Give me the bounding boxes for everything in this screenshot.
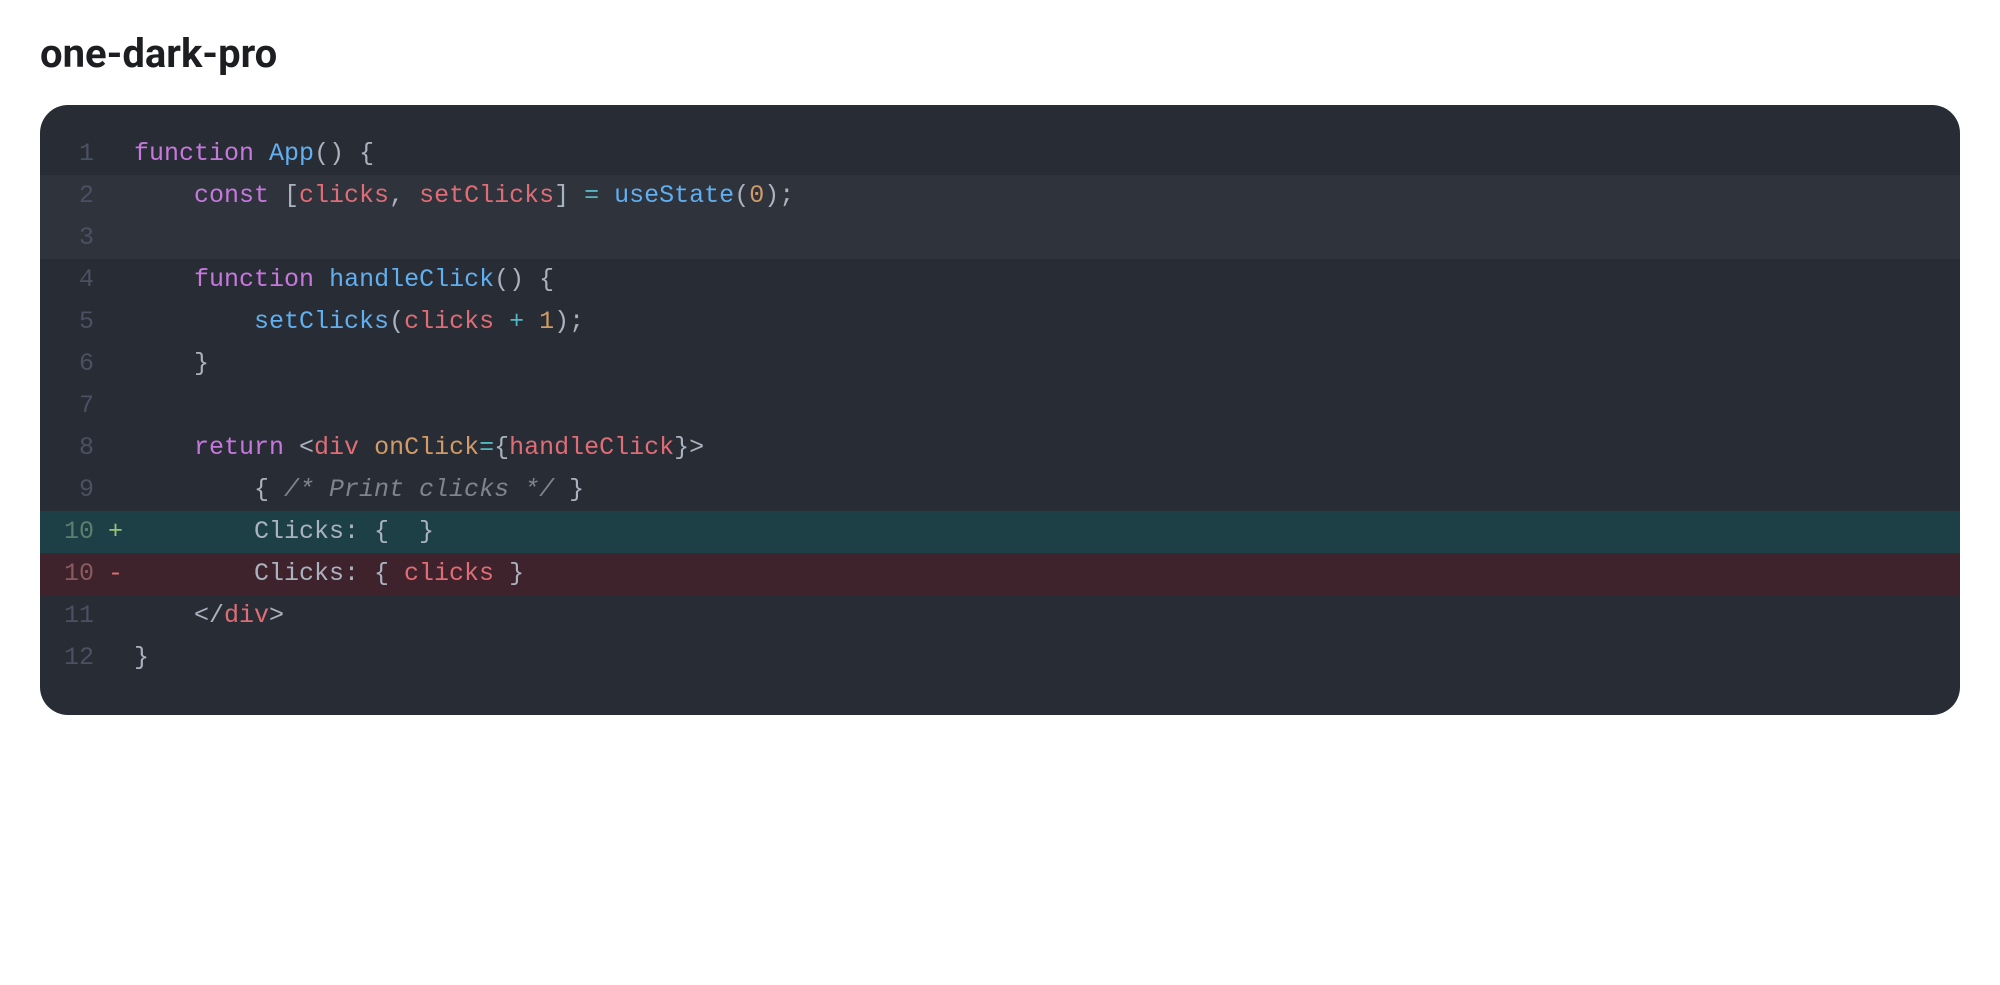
token: return	[194, 433, 284, 462]
code-line: 11 </div>	[40, 595, 1960, 637]
token: ]	[554, 181, 584, 210]
token: =	[479, 433, 494, 462]
token: function	[134, 139, 254, 168]
token	[254, 139, 269, 168]
line-number: 8	[40, 427, 102, 469]
token: 1	[539, 307, 554, 336]
code-content: function App() {	[134, 133, 1960, 175]
line-number: 9	[40, 469, 102, 511]
token: useState	[614, 181, 734, 210]
token: {	[134, 475, 284, 504]
token	[134, 307, 254, 336]
theme-title: one-dark-pro	[40, 30, 1960, 77]
token: (	[734, 181, 749, 210]
token	[599, 181, 614, 210]
token: Clicks: {	[134, 559, 404, 588]
token: [	[269, 181, 299, 210]
token	[134, 181, 194, 210]
token: div	[224, 601, 269, 630]
token	[134, 433, 194, 462]
line-number: 7	[40, 385, 102, 427]
code-content: }	[134, 343, 1960, 385]
token: ,	[389, 181, 419, 210]
token	[359, 433, 374, 462]
token: );	[764, 181, 794, 210]
token: >	[269, 601, 284, 630]
token: {	[494, 433, 509, 462]
code-line: 10+ Clicks: { }	[40, 511, 1960, 553]
code-line: 7	[40, 385, 1960, 427]
line-number: 4	[40, 259, 102, 301]
code-content: setClicks(clicks + 1);	[134, 301, 1960, 343]
code-line: 3	[40, 217, 1960, 259]
line-number: 2	[40, 175, 102, 217]
token: =	[584, 181, 599, 210]
token: 0	[749, 181, 764, 210]
token: /* Print clicks */	[284, 475, 554, 504]
token: }	[494, 559, 524, 588]
token: clicks	[404, 559, 494, 588]
code-content: { /* Print clicks */ }	[134, 469, 1960, 511]
code-line: 6 }	[40, 343, 1960, 385]
line-number: 6	[40, 343, 102, 385]
code-line: 5 setClicks(clicks + 1);	[40, 301, 1960, 343]
token: div	[314, 433, 359, 462]
code-line: 9 { /* Print clicks */ }	[40, 469, 1960, 511]
token: );	[554, 307, 584, 336]
token: App	[269, 139, 314, 168]
diff-mark: -	[102, 553, 134, 595]
code-line: 1 function App() {	[40, 133, 1960, 175]
code-block: 1function App() {2 const [clicks, setCli…	[40, 105, 1960, 715]
code-content: return <div onClick={handleClick}>	[134, 427, 1960, 469]
line-number: 11	[40, 595, 102, 637]
line-number: 10	[40, 553, 102, 595]
line-number: 10	[40, 511, 102, 553]
token: const	[194, 181, 269, 210]
code-line: 8 return <div onClick={handleClick}>	[40, 427, 1960, 469]
code-content: Clicks: { clicks }	[134, 553, 1960, 595]
code-content: Clicks: { }	[134, 511, 1960, 553]
token: }>	[674, 433, 704, 462]
token	[134, 265, 194, 294]
code-line: 12}	[40, 637, 1960, 679]
token: setClicks	[254, 307, 389, 336]
token: +	[509, 307, 524, 336]
line-number: 12	[40, 637, 102, 679]
token: }	[134, 643, 149, 672]
token: Clicks: { }	[134, 517, 434, 546]
token: clicks	[404, 307, 494, 336]
code-line: 4 function handleClick() {	[40, 259, 1960, 301]
line-number: 1	[40, 133, 102, 175]
token: onClick	[374, 433, 479, 462]
code-line: 2 const [clicks, setClicks] = useState(0…	[40, 175, 1960, 217]
token: setClicks	[419, 181, 554, 210]
token: function	[194, 265, 314, 294]
line-number: 5	[40, 301, 102, 343]
diff-mark: +	[102, 511, 134, 553]
token: () {	[314, 139, 374, 168]
token: (	[389, 307, 404, 336]
line-number: 3	[40, 217, 102, 259]
code-line: 10- Clicks: { clicks }	[40, 553, 1960, 595]
token	[494, 307, 509, 336]
token	[314, 265, 329, 294]
token: () {	[494, 265, 554, 294]
token: }	[554, 475, 584, 504]
token	[524, 307, 539, 336]
code-content: }	[134, 637, 1960, 679]
code-content: </div>	[134, 595, 1960, 637]
token: handleClick	[329, 265, 494, 294]
token: }	[134, 349, 209, 378]
code-content: function handleClick() {	[134, 259, 1960, 301]
token: </	[134, 601, 224, 630]
code-content: const [clicks, setClicks] = useState(0);	[134, 175, 1960, 217]
token: <	[284, 433, 314, 462]
token: handleClick	[509, 433, 674, 462]
token: clicks	[299, 181, 389, 210]
